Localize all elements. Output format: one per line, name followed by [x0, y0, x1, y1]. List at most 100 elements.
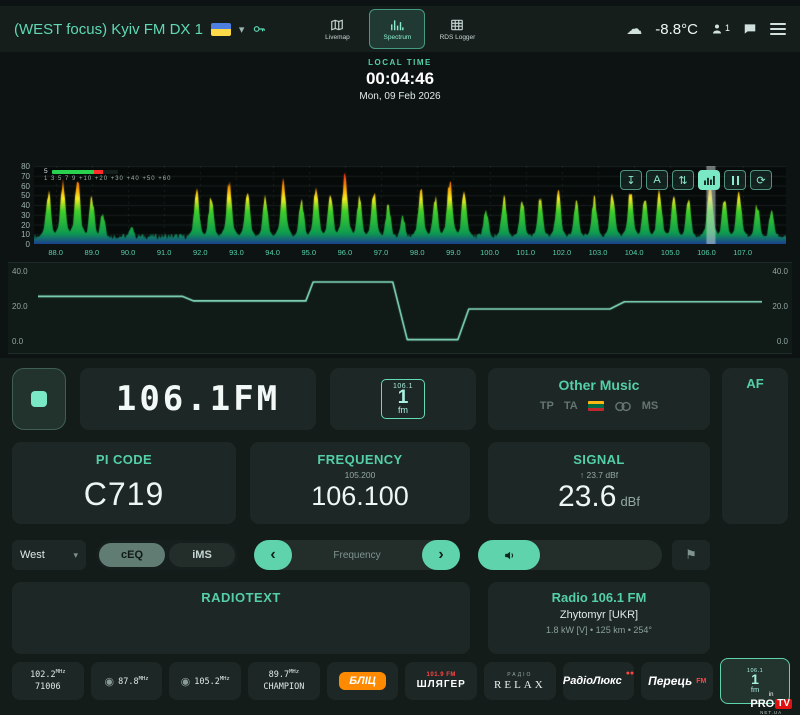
frequency-tick: 94.0: [261, 248, 285, 257]
spectrum-graph[interactable]: 80706050403020100 88.089.090.091.092.093…: [8, 156, 792, 260]
step-down-button[interactable]: ‹: [254, 540, 292, 570]
af-label: AF: [722, 376, 788, 391]
rds-info-panel: Other Music TP TA MS: [488, 368, 710, 430]
frequency-tick: 101.0: [514, 248, 538, 257]
nav-label: Spectrum: [384, 34, 412, 41]
preset-button-1[interactable]: 102.2MHz71006: [12, 662, 84, 700]
signal-peak: ↑ 23.7 dBf: [488, 470, 710, 480]
spectrum-A-button[interactable]: A: [646, 170, 668, 190]
frequency-tick: 103.0: [586, 248, 610, 257]
local-time-label: LOCAL TIME: [0, 58, 800, 67]
spectrum-pause-button[interactable]: [724, 170, 746, 190]
ims-button[interactable]: iMS: [169, 543, 235, 567]
rds-logger-icon: [450, 18, 464, 32]
spectrum-toolbar: ↧A⇅ ⟳: [620, 170, 772, 190]
nav-label: RDS Logger: [440, 34, 476, 41]
blitz-logo: БЛІЦ: [339, 672, 386, 690]
hamburger-menu-icon[interactable]: [770, 20, 786, 38]
preset-button-7[interactable]: РАДІОRELAX: [484, 662, 556, 700]
frequency-tick: 105.0: [658, 248, 682, 257]
stereo-icon: [614, 401, 632, 412]
key-icon[interactable]: [252, 22, 266, 36]
history-tick: 0.0: [777, 337, 788, 346]
preset-frequency: 87.8MHz: [118, 676, 148, 687]
preset-button-8[interactable]: РадіоЛюкс ●●: [563, 662, 635, 700]
history-tick: 40.0: [12, 267, 28, 276]
local-time-block: LOCAL TIME 00:04:46 Mon, 09 Feb 2026: [0, 58, 800, 102]
pi-code-value: C719: [12, 476, 236, 513]
region-select[interactable]: West ▾: [12, 540, 86, 570]
frequency-secondary: 105.200: [250, 470, 470, 480]
chevron-down-icon: ▾: [73, 550, 78, 561]
preset-button-4[interactable]: 89.7MHzCHAMPION: [248, 662, 320, 700]
db-tick: 60: [8, 182, 30, 191]
spectrum-refresh-button[interactable]: ⟳: [750, 170, 772, 190]
relax-logo: RELAX: [494, 679, 546, 691]
eq-ims-toggle: cEQ iMS: [96, 540, 238, 570]
af-list-panel: AF: [722, 368, 788, 524]
tuned-frequency-display: 106.1FM: [80, 368, 316, 430]
stepper-label: Frequency: [333, 550, 380, 561]
preset-button-2[interactable]: ◉ 87.8MHz: [91, 662, 163, 700]
preset-frequency: 89.7MHz: [269, 669, 299, 681]
header: (WEST focus) Kyiv FM DX 1 ▾ Livemap Spect…: [0, 6, 800, 52]
preset-button-6[interactable]: 101.9 FMШЛЯГЕР: [405, 662, 477, 700]
play-stop-button[interactable]: [12, 368, 66, 430]
radio-icon: ◉: [104, 675, 114, 688]
frequency-tick: 95.0: [297, 248, 321, 257]
listeners-indicator[interactable]: 1: [711, 23, 730, 35]
weather-cloud-icon[interactable]: ☁: [626, 19, 642, 39]
nav-spectrum[interactable]: Spectrum: [370, 10, 424, 48]
signal-panel: SIGNAL ↑ 23.7 dBf 23.6dBf: [488, 442, 710, 524]
frequency-tick: 97.0: [369, 248, 393, 257]
volume-fill[interactable]: [478, 540, 540, 570]
step-up-button[interactable]: ›: [422, 540, 460, 570]
signal-history-chart: 40.020.00.0 40.020.00.0: [8, 262, 792, 354]
protv-watermark: in PROTV NET.UA: [750, 692, 792, 715]
frequency-tick: 88.0: [44, 248, 68, 257]
db-tick: 80: [8, 162, 30, 171]
spectrum-autoscale-button[interactable]: ⇅: [672, 170, 694, 190]
chevron-down-icon[interactable]: ▾: [239, 23, 245, 36]
station-name: Radio 106.1 FM: [488, 590, 710, 605]
pi-code-label: PI CODE: [12, 452, 236, 467]
lux-logo: РадіоЛюкс: [563, 675, 622, 687]
station-info-panel: Radio 106.1 FM Zhytomyr [UKR] 1.8 kW [V]…: [488, 582, 710, 654]
nav-livemap[interactable]: Livemap: [310, 10, 364, 48]
db-tick: 0: [8, 240, 30, 249]
preset-button-5[interactable]: БЛІЦ: [327, 662, 399, 700]
cherry-icon: ●●: [626, 670, 634, 677]
volume-slider[interactable]: [478, 540, 662, 570]
radiotext-value: [12, 605, 470, 625]
db-tick: 70: [8, 172, 30, 181]
pi-code-panel: PI CODE C719: [12, 442, 236, 524]
fm-dx-app: (WEST focus) Kyiv FM DX 1 ▾ Livemap Spect…: [0, 0, 800, 715]
perets-fm: FM: [696, 678, 706, 685]
preset-button-3[interactable]: ◉105.2MHz: [169, 662, 241, 700]
signal-meter: 5 1 3 5 7 9 +10 +20 +30 +40 +50 +60: [44, 168, 171, 182]
spectrum-download-button[interactable]: ↧: [620, 170, 642, 190]
preset-button-9[interactable]: Перець FM: [641, 662, 713, 700]
logo-frequency: 101.9 FM: [427, 672, 456, 678]
db-tick: 40: [8, 201, 30, 210]
ps-name: Other Music: [488, 377, 710, 393]
frequency-stepper: ‹ Frequency ›: [254, 540, 460, 570]
speaker-icon: [503, 549, 516, 562]
chat-icon[interactable]: [743, 22, 757, 36]
ceq-button[interactable]: cEQ: [99, 543, 165, 567]
shlyager-logo: ШЛЯГЕР: [417, 679, 466, 690]
nav-rds-logger[interactable]: RDS Logger: [430, 10, 484, 48]
frequency-value: 106.100: [250, 481, 470, 512]
radiotext-panel: RADIOTEXT: [12, 582, 470, 654]
report-flag-button[interactable]: ⚑: [672, 540, 710, 570]
region-select-value: West: [20, 549, 45, 561]
spectrum-spectrum-graph-button[interactable]: [698, 170, 720, 190]
db-tick: 20: [8, 221, 30, 230]
frequency-tick: 90.0: [116, 248, 140, 257]
nav-label: Livemap: [325, 34, 350, 41]
history-tick: 20.0: [772, 302, 788, 311]
stop-icon: [31, 391, 47, 407]
tuner-title-group: (WEST focus) Kyiv FM DX 1 ▾: [14, 21, 266, 38]
perets-logo: Перець: [648, 674, 692, 688]
frequency-tick: 93.0: [224, 248, 248, 257]
